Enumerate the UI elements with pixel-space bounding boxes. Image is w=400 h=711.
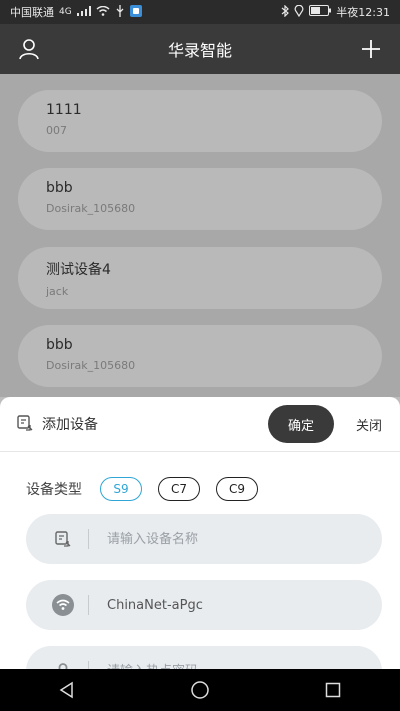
password-field <box>26 646 382 669</box>
page-title: 华录智能 <box>167 41 232 60</box>
device-list: 1111 007 bbb Dosirak_105680 测试设备4 jack b… <box>0 74 400 397</box>
device-name-field <box>26 514 382 564</box>
device-type-label: 设备类型 <box>26 482 82 498</box>
sheet-header: 添加设备 确定 关闭 <box>0 397 400 452</box>
add-icon[interactable] <box>358 36 384 62</box>
user-icon[interactable] <box>16 36 42 62</box>
wifi-icon <box>52 594 74 616</box>
device-owner: Dosirak_105680 <box>46 359 136 372</box>
add-device-icon <box>16 414 34 436</box>
type-chip-c9[interactable]: C9 <box>216 477 258 501</box>
lock-icon <box>52 660 74 669</box>
type-chip-c7[interactable]: C7 <box>158 477 200 501</box>
app-notification-icon <box>129 4 142 20</box>
device-card[interactable]: bbb Dosirak_105680 <box>18 168 382 230</box>
carrier-text: 中国联通 <box>10 6 54 19</box>
confirm-button[interactable]: 确定 <box>268 405 334 443</box>
location-icon <box>294 4 304 20</box>
home-icon[interactable] <box>180 675 220 705</box>
signal-icon <box>76 5 91 19</box>
type-chip-s9[interactable]: S9 <box>100 477 142 501</box>
bluetooth-icon <box>281 4 290 20</box>
sheet-title: 添加设备 <box>42 417 98 433</box>
app-bar: 华录智能 <box>0 24 400 74</box>
wifi-field <box>26 580 382 630</box>
device-name-input[interactable] <box>105 530 349 548</box>
device-owner: 007 <box>46 124 67 137</box>
wifi-status-icon <box>96 5 110 19</box>
device-type-row: 设备类型 S9 C7 C9 <box>26 477 274 501</box>
device-owner: Dosirak_105680 <box>46 202 136 215</box>
device-name: bbb <box>46 180 73 196</box>
network-type: 4G <box>59 7 72 17</box>
back-icon[interactable] <box>47 675 87 705</box>
device-owner: jack <box>46 285 69 298</box>
device-card[interactable]: 测试设备4 jack <box>18 247 382 309</box>
usb-icon <box>115 4 125 20</box>
device-edit-icon <box>52 528 74 550</box>
clock-text: 半夜12:31 <box>336 6 390 19</box>
device-card[interactable]: bbb Dosirak_105680 <box>18 325 382 387</box>
field-divider <box>88 595 89 615</box>
field-divider <box>88 529 89 549</box>
device-card[interactable]: 1111 007 <box>18 90 382 152</box>
device-name: 测试设备4 <box>46 262 111 278</box>
device-name: 1111 <box>46 102 82 118</box>
add-device-sheet: 添加设备 确定 关闭 设备类型 S9 C7 C9 <box>0 397 400 669</box>
close-button[interactable]: 关闭 <box>356 415 382 434</box>
navigation-bar <box>0 669 400 711</box>
wifi-ssid-input[interactable] <box>105 596 349 614</box>
status-bar: 中国联通 4G 半夜12:31 <box>0 0 400 24</box>
field-divider <box>88 661 89 669</box>
recents-icon[interactable] <box>313 675 353 705</box>
device-name: bbb <box>46 337 73 353</box>
battery-icon <box>309 5 332 19</box>
